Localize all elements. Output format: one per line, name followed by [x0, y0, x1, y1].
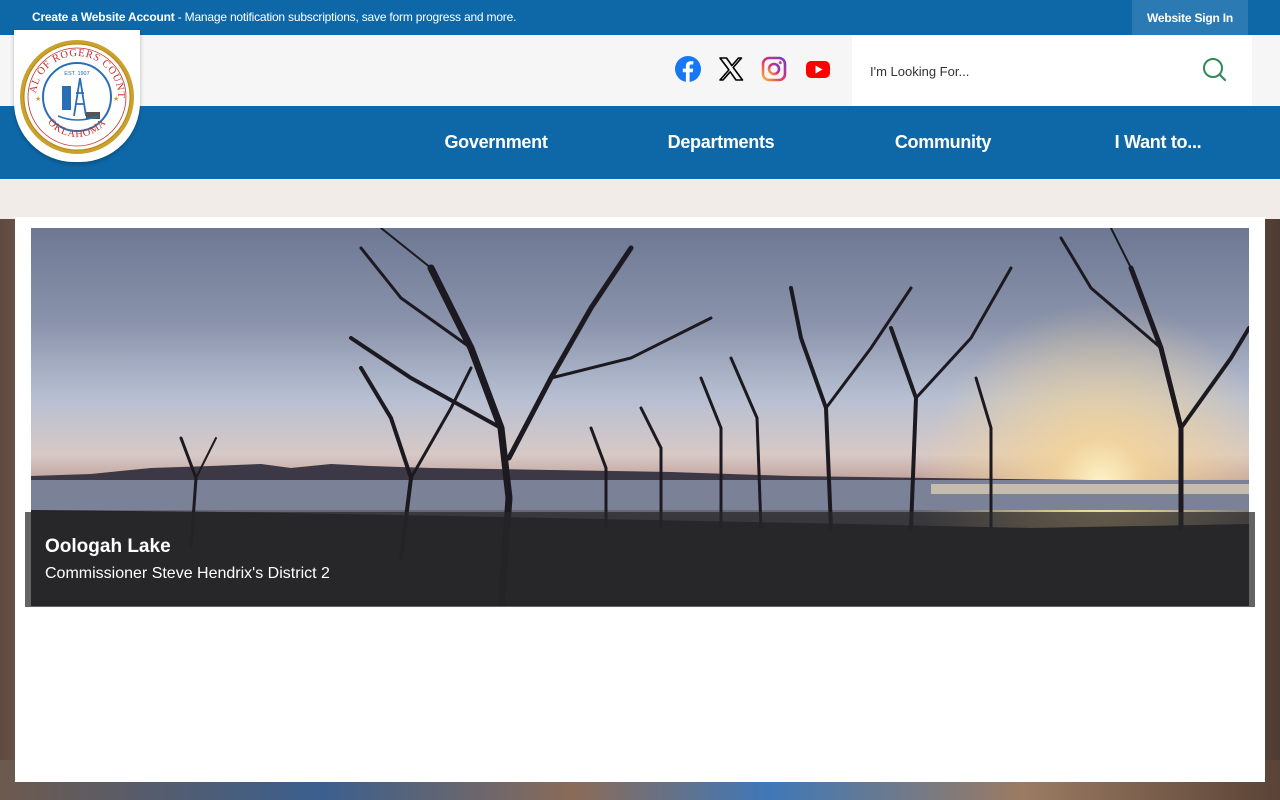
- nav-government[interactable]: Government: [444, 106, 547, 179]
- website-sign-in-button[interactable]: Website Sign In: [1132, 0, 1248, 35]
- create-account-link[interactable]: Create a Website Account: [32, 10, 175, 24]
- main-nav: Government Departments Community I Want …: [0, 106, 1280, 179]
- nav-i-want-to[interactable]: I Want to...: [1115, 106, 1202, 179]
- facebook-icon: [675, 56, 701, 82]
- account-message: Create a Website Account - Manage notifi…: [32, 10, 516, 24]
- hero-subtitle: Commissioner Steve Hendrix's District 2: [45, 565, 330, 582]
- main-content-card: Oologah Lake Commissioner Steve Hendrix'…: [15, 217, 1265, 782]
- instagram-link[interactable]: [760, 55, 788, 83]
- top-bar: Create a Website Account - Manage notifi…: [0, 0, 1280, 35]
- seal-emblem: SEAL OF ROGERS COUNTY OKLAHOMA EST. 1907…: [18, 38, 134, 154]
- facebook-link[interactable]: [674, 55, 702, 83]
- county-seal-logo[interactable]: SEAL OF ROGERS COUNTY OKLAHOMA EST. 1907…: [14, 30, 140, 162]
- nav-community[interactable]: Community: [895, 106, 992, 179]
- svg-text:★: ★: [35, 95, 41, 103]
- seal-est-text: EST. 1907: [64, 71, 89, 77]
- search-box: [852, 35, 1252, 106]
- nav-departments[interactable]: Departments: [668, 106, 775, 179]
- youtube-icon: [806, 61, 830, 78]
- header: [0, 35, 1280, 106]
- hero-title: Oologah Lake: [45, 536, 171, 557]
- search-button[interactable]: [1200, 56, 1228, 84]
- x-icon: [719, 57, 744, 81]
- search-icon: [1203, 58, 1227, 82]
- search-input[interactable]: [868, 59, 1192, 83]
- instagram-icon: [761, 56, 787, 82]
- svg-text:★: ★: [113, 95, 119, 103]
- youtube-link[interactable]: [804, 55, 832, 83]
- hero-caption: Oologah Lake Commissioner Steve Hendrix'…: [25, 512, 1255, 607]
- x-link[interactable]: [717, 55, 745, 83]
- account-message-text: - Manage notification subscriptions, sav…: [174, 10, 517, 24]
